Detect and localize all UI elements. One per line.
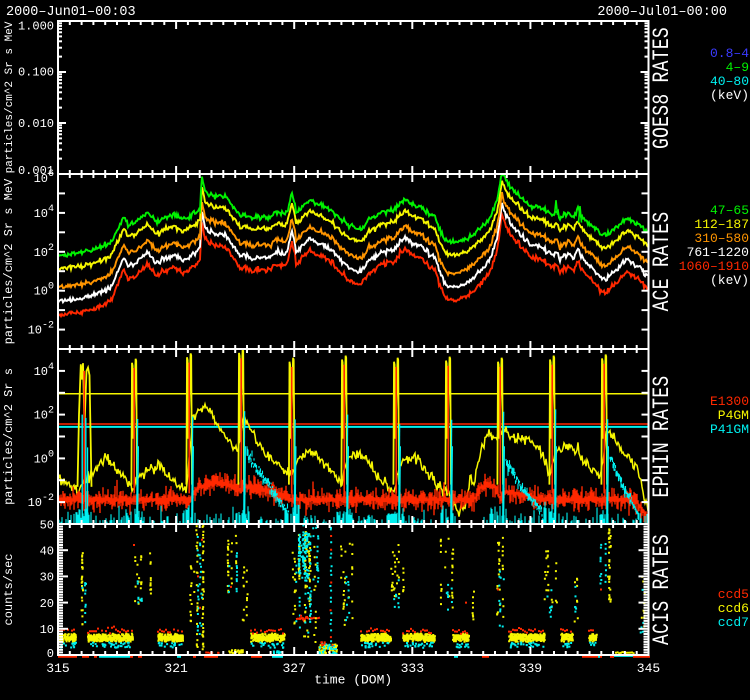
svg-text:time (DOM): time (DOM): [314, 673, 392, 688]
svg-text:112–187: 112–187: [694, 217, 749, 232]
svg-text:0: 0: [47, 647, 54, 661]
svg-text:particles/cm^2 Sr s MeV: particles/cm^2 Sr s MeV: [4, 21, 16, 173]
svg-text:ACIS RATES: ACIS RATES: [650, 534, 676, 645]
svg-text:345: 345: [637, 661, 660, 676]
svg-text:ccd5: ccd5: [718, 587, 749, 602]
svg-text:40–80: 40–80: [710, 74, 749, 89]
svg-text:1.000: 1.000: [18, 20, 54, 34]
svg-text:40: 40: [40, 545, 54, 559]
svg-text:0.8–4: 0.8–4: [710, 46, 749, 61]
svg-text:761–1220: 761–1220: [687, 245, 749, 260]
svg-text:ccd6: ccd6: [718, 601, 749, 616]
svg-text:1060–1910: 1060–1910: [679, 259, 749, 274]
svg-text:47–65: 47–65: [710, 203, 749, 218]
svg-text:20: 20: [40, 597, 54, 611]
svg-text:327: 327: [282, 661, 305, 676]
svg-text:ACE RATES: ACE RATES: [650, 212, 676, 312]
svg-text:0.010: 0.010: [18, 117, 54, 131]
svg-text:(keV): (keV): [710, 88, 749, 103]
svg-text:GOES8 RATES: GOES8 RATES: [650, 27, 676, 149]
svg-text:particles/cm^2 Sr s: particles/cm^2 Sr s: [2, 368, 16, 505]
svg-text:ccd7: ccd7: [718, 615, 749, 630]
svg-text:310–580: 310–580: [694, 231, 749, 246]
svg-text:particles/cm^2 Sr s MeV: particles/cm^2 Sr s MeV: [2, 178, 16, 344]
svg-text:315: 315: [46, 661, 69, 676]
svg-text:counts/sec: counts/sec: [2, 553, 16, 625]
svg-text:(keV): (keV): [710, 273, 749, 288]
svg-text:2000–Jul01–00:00: 2000–Jul01–00:00: [597, 5, 727, 20]
svg-text:321: 321: [164, 661, 188, 676]
svg-text:2000–Jun01–00:03: 2000–Jun01–00:03: [6, 5, 136, 20]
svg-text:10: 10: [40, 623, 54, 637]
svg-text:333: 333: [401, 661, 424, 676]
svg-text:EPHIN RATES: EPHIN RATES: [650, 375, 676, 497]
svg-text:E1300: E1300: [710, 394, 749, 409]
svg-text:0.100: 0.100: [18, 66, 54, 80]
svg-text:339: 339: [519, 661, 542, 676]
svg-text:4–9: 4–9: [726, 60, 749, 75]
svg-text:50: 50: [40, 518, 54, 532]
svg-text:P4GM: P4GM: [718, 408, 749, 423]
svg-text:P41GM: P41GM: [710, 422, 749, 437]
svg-text:30: 30: [40, 571, 54, 585]
